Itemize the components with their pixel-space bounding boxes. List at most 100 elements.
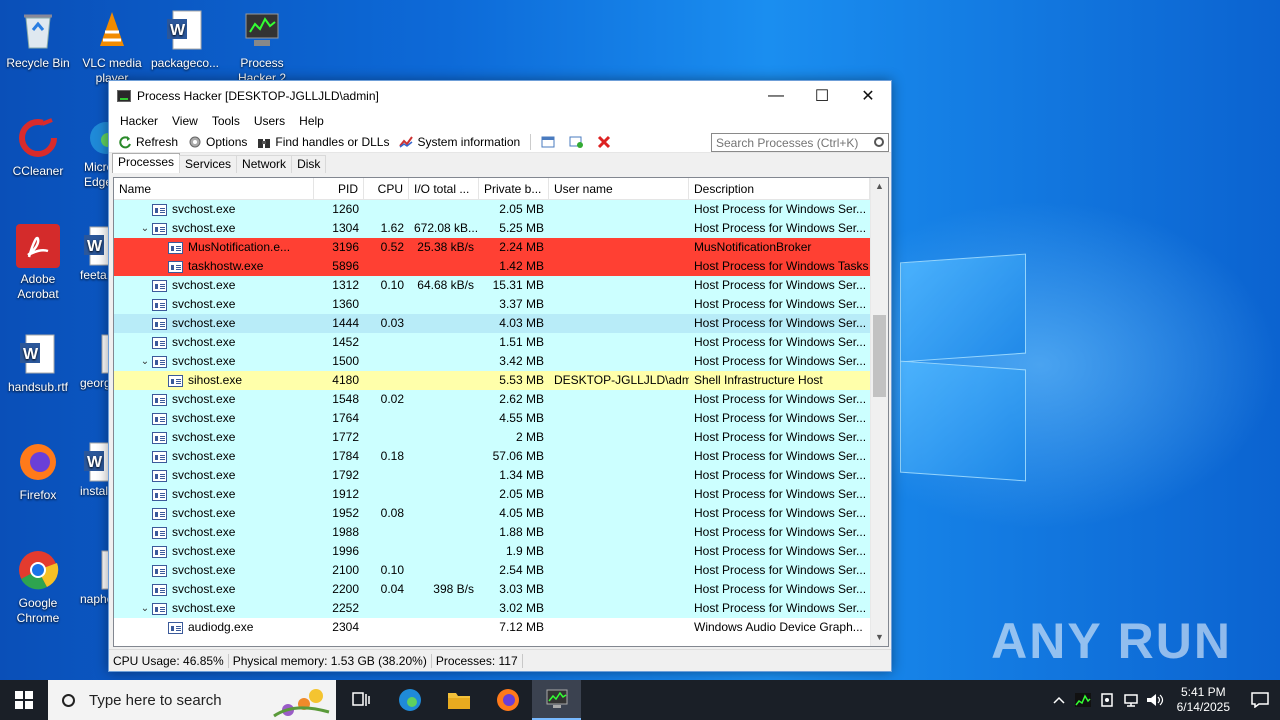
process-row[interactable]: svchost.exe 1452 1.51 MB Host Process for W… xyxy=(114,333,870,352)
desktop-icon-label: Adobe Acrobat xyxy=(17,272,59,301)
process-row[interactable]: svchost.exe 1952 0.08 4.05 MB Host Process f… xyxy=(114,504,870,523)
process-row[interactable]: svchost.exe 1792 1.34 MB Host Process for W… xyxy=(114,466,870,485)
process-row[interactable]: audiodg.exe 2304 7.12 MB Windows Audio Devi… xyxy=(114,618,870,637)
close-button[interactable]: ✕ xyxy=(845,81,891,111)
process-name: svchost.exe xyxy=(172,506,236,520)
search-field[interactable] xyxy=(716,136,866,150)
desktop-icon-process-hacker[interactable]: Process Hacker 2 xyxy=(224,8,300,86)
task-view-button[interactable] xyxy=(336,680,385,720)
process-row[interactable]: ⌄ svchost.exe 1500 3.42 MB Host Process for … xyxy=(114,352,870,371)
terminate-button[interactable] xyxy=(592,132,620,152)
process-row[interactable]: svchost.exe 1444 0.03 4.03 MB Host Process f… xyxy=(114,314,870,333)
column-header-user-name[interactable]: User name xyxy=(549,178,689,199)
process-row[interactable]: svchost.exe 1360 3.37 MB Host Process for W… xyxy=(114,295,870,314)
process-row[interactable]: svchost.exe 1260 2.05 MB Host Process for W… xyxy=(114,200,870,219)
menu-tools[interactable]: Tools xyxy=(205,114,247,128)
process-cpu xyxy=(364,485,409,504)
process-row[interactable]: svchost.exe 1988 1.88 MB Host Process for W… xyxy=(114,523,870,542)
process-row[interactable]: svchost.exe 2100 0.10 2.54 MB Host Process f… xyxy=(114,561,870,580)
column-header-private-bytes[interactable]: Private b... xyxy=(479,178,549,199)
system-information-button[interactable]: System information xyxy=(394,132,525,152)
menu-users[interactable]: Users xyxy=(247,114,292,128)
desktop-icon-firefox[interactable]: Firefox xyxy=(0,440,76,503)
process-cpu xyxy=(364,466,409,485)
search-highlight-flowers-icon xyxy=(273,689,330,718)
desktop-icon-ccleaner[interactable]: CCleaner xyxy=(0,116,76,179)
expand-chevron-icon[interactable]: ⌄ xyxy=(138,352,152,371)
scroll-down-arrow-icon[interactable]: ▼ xyxy=(871,629,888,646)
process-name: svchost.exe xyxy=(172,354,236,368)
tray-process-hacker-button[interactable] xyxy=(1071,680,1095,720)
scroll-up-arrow-icon[interactable]: ▲ xyxy=(871,178,888,195)
tray-device-button[interactable] xyxy=(1095,680,1119,720)
process-row[interactable]: svchost.exe 1784 0.18 57.06 MB Host Process … xyxy=(114,447,870,466)
taskbar-file-explorer-button[interactable] xyxy=(434,680,483,720)
process-private-bytes: 1.42 MB xyxy=(499,259,544,273)
search-processes-input[interactable] xyxy=(711,133,889,152)
taskbar-clock[interactable]: 5:41 PM 6/14/2025 xyxy=(1177,685,1230,715)
process-list[interactable]: Name PID CPU I/O total ... Private b... … xyxy=(113,177,889,647)
vertical-scrollbar[interactable]: ▲ ▼ xyxy=(870,178,888,646)
start-button[interactable] xyxy=(0,680,48,720)
tray-network-button[interactable] xyxy=(1119,680,1143,720)
word-document-icon: W xyxy=(16,332,60,376)
process-row[interactable]: svchost.exe 1912 2.05 MB Host Process for W… xyxy=(114,485,870,504)
options-button[interactable]: Options xyxy=(183,132,252,152)
tab-processes[interactable]: Processes xyxy=(112,153,181,173)
process-row[interactable]: ⌄ svchost.exe 2252 3.02 MB Host Process for … xyxy=(114,599,870,618)
process-row[interactable]: MusNotification.e... 3196 0.52 25.38 kB/s 2.… xyxy=(114,238,870,257)
taskbar-firefox-button[interactable] xyxy=(483,680,532,720)
process-row[interactable]: ⌄ svchost.exe 1304 1.62 672.08 kB... 5.25 MB H… xyxy=(114,219,870,238)
process-row[interactable]: svchost.exe 1548 0.02 2.62 MB Host Process f… xyxy=(114,390,870,409)
column-header-description[interactable]: Description xyxy=(689,178,870,199)
process-user-name xyxy=(549,542,689,561)
desktop-icon-vlc[interactable]: VLC media player xyxy=(74,8,150,86)
find-window-button[interactable] xyxy=(564,132,592,152)
desktop-icon-chrome[interactable]: Google Chrome xyxy=(0,548,76,626)
process-row[interactable]: svchost.exe 1312 0.10 64.68 kB/s 15.31 MB Hos… xyxy=(114,276,870,295)
action-center-button[interactable] xyxy=(1240,680,1280,720)
process-io-total xyxy=(409,371,479,390)
show-hidden-icons-button[interactable] xyxy=(1047,680,1071,720)
expand-chevron-icon[interactable]: ⌄ xyxy=(138,599,152,618)
column-header-name[interactable]: Name xyxy=(114,178,314,199)
find-handles-button[interactable]: Find handles or DLLs xyxy=(252,132,394,152)
process-icon xyxy=(168,260,183,273)
process-row[interactable]: sihost.exe 4180 5.53 MB DESKTOP-JGLLJLD\adm… xyxy=(114,371,870,390)
menu-view[interactable]: View xyxy=(165,114,205,128)
expand-chevron-icon[interactable]: ⌄ xyxy=(138,219,152,238)
tab-disk[interactable]: Disk xyxy=(291,155,327,173)
menu-hacker[interactable]: Hacker xyxy=(113,114,165,128)
tab-services[interactable]: Services xyxy=(179,155,238,173)
process-description: Host Process for Windows Ser... xyxy=(694,316,867,330)
minimize-button[interactable]: — xyxy=(753,81,799,111)
column-header-pid[interactable]: PID xyxy=(314,178,364,199)
tab-network[interactable]: Network xyxy=(236,155,293,173)
process-hacker-window[interactable]: Process Hacker [DESKTOP-JGLLJLD\admin] —… xyxy=(108,80,892,672)
desktop-icon-packageco[interactable]: W packageco... xyxy=(147,8,223,71)
taskbar-search-box[interactable]: Type here to search xyxy=(48,680,336,720)
process-row[interactable]: svchost.exe 1764 4.55 MB Host Process for W… xyxy=(114,409,870,428)
taskbar-process-hacker-button[interactable] xyxy=(532,680,581,720)
maximize-button[interactable]: ☐ xyxy=(799,81,845,111)
process-row[interactable]: svchost.exe 2200 0.04 398 B/s 3.03 MB Host Pr… xyxy=(114,580,870,599)
process-cpu xyxy=(364,542,409,561)
tray-volume-button[interactable] xyxy=(1143,680,1167,720)
desktop-icon-recycle-bin[interactable]: Recycle Bin xyxy=(0,8,76,71)
refresh-button[interactable]: Refresh xyxy=(113,132,183,152)
scroll-thumb[interactable] xyxy=(873,315,886,397)
window-button[interactable] xyxy=(536,132,564,152)
process-row[interactable]: svchost.exe 1996 1.9 MB Host Process for Wi… xyxy=(114,542,870,561)
column-header-cpu[interactable]: CPU xyxy=(364,178,409,199)
column-header-io[interactable]: I/O total ... xyxy=(409,178,479,199)
desktop-icon-acrobat[interactable]: Adobe Acrobat xyxy=(0,224,76,302)
menu-help[interactable]: Help xyxy=(292,114,331,128)
desktop-icon-handsub[interactable]: W handsub.rtf xyxy=(0,332,76,395)
title-bar[interactable]: Process Hacker [DESKTOP-JGLLJLD\admin] —… xyxy=(109,81,891,111)
taskbar-edge-button[interactable] xyxy=(385,680,434,720)
process-row[interactable]: svchost.exe 1772 2 MB Host Process for Wind… xyxy=(114,428,870,447)
process-pid: 1996 xyxy=(332,544,359,558)
process-private-bytes: 1.51 MB xyxy=(499,335,544,349)
process-row[interactable]: taskhostw.exe 5896 1.42 MB Host Process for… xyxy=(114,257,870,276)
process-user-name xyxy=(549,238,689,257)
